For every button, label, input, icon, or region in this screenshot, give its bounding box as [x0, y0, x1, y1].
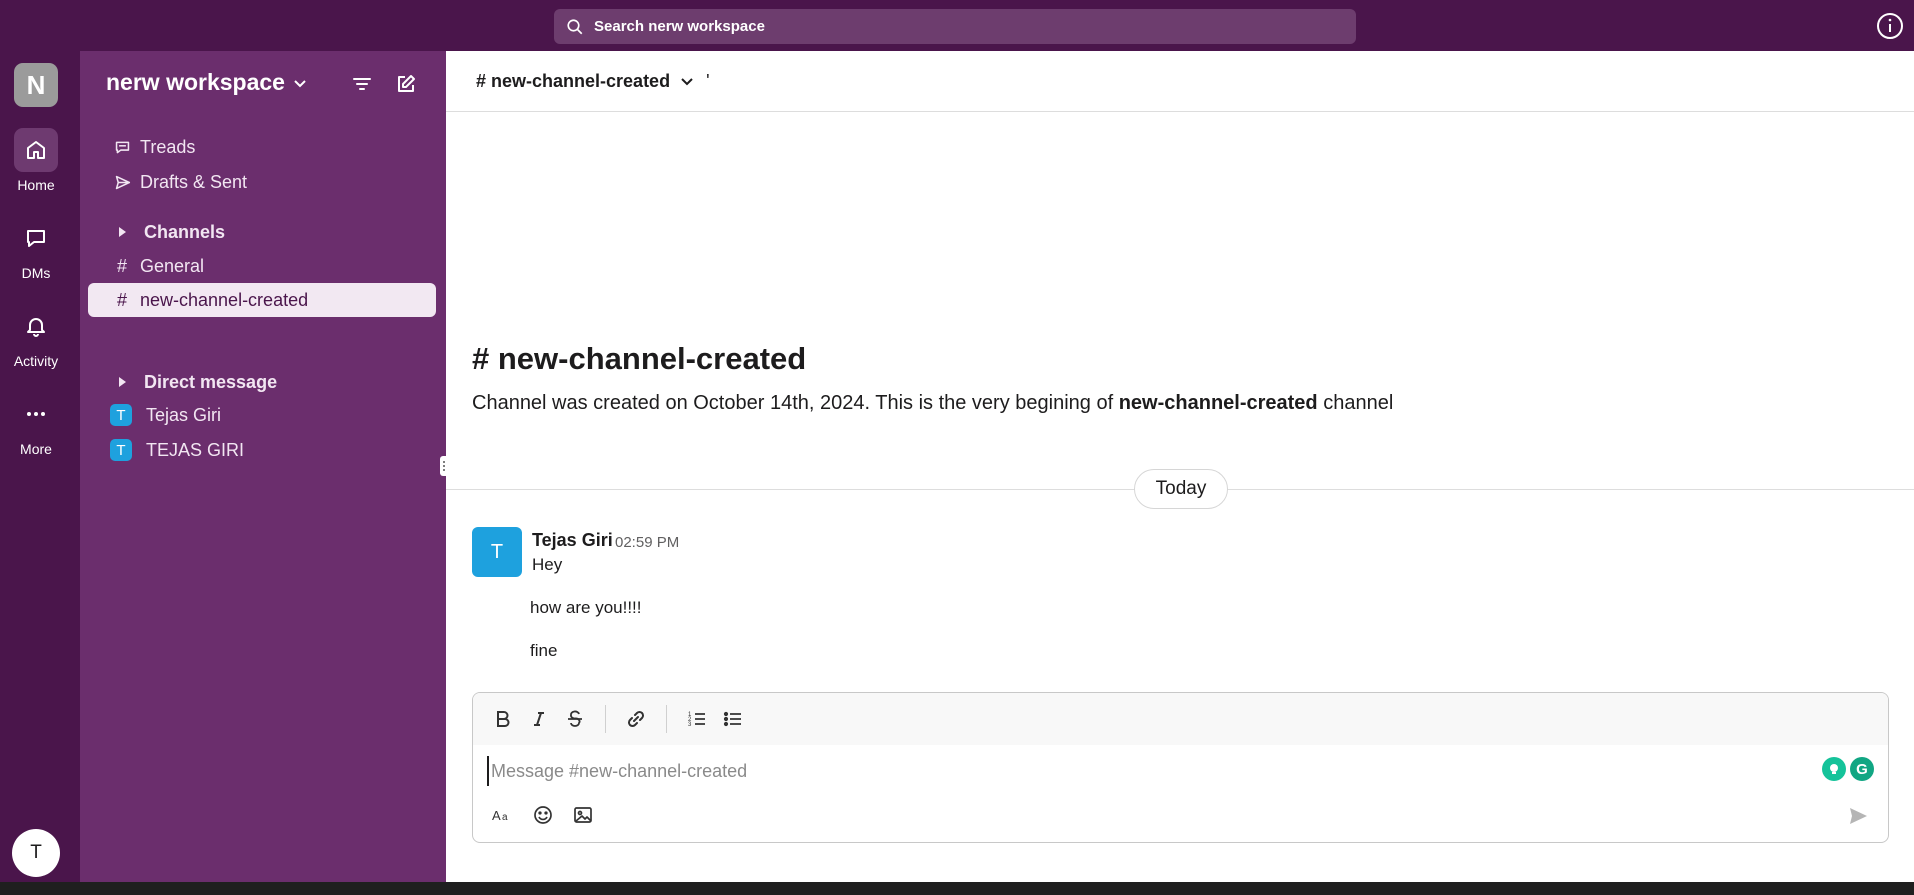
text-format-icon[interactable]: Aa	[485, 797, 521, 833]
dm-label: Tejas Giri	[146, 404, 222, 425]
rail-label-dms: DMs	[21, 265, 51, 281]
chevron-down-icon	[681, 78, 693, 86]
threads-icon	[112, 139, 132, 156]
formatting-toolbar: 123	[473, 693, 1888, 745]
intro-text-before: Channel was created on October 14th, 202…	[472, 392, 1119, 414]
image-upload-icon[interactable]	[565, 797, 601, 833]
svg-text:a: a	[502, 812, 508, 823]
top-bar: Search nerw workspace	[0, 0, 1914, 51]
day-divider-label[interactable]: Today	[1134, 469, 1228, 509]
info-icon[interactable]	[1876, 12, 1904, 40]
message-timestamp[interactable]: 02:59 PM	[615, 534, 679, 551]
hash-icon: #	[116, 255, 127, 276]
rail-item-more[interactable]: More	[0, 392, 72, 457]
user-avatar[interactable]: T	[12, 829, 60, 877]
channel-title: # new-channel-created	[476, 70, 671, 91]
message-avatar[interactable]: T	[472, 527, 522, 577]
bullet-list-icon[interactable]	[715, 701, 751, 737]
toolbar-separator	[666, 705, 667, 733]
message-author[interactable]: Tejas Giri	[532, 530, 613, 551]
workspace-menu[interactable]: nerw workspace	[106, 69, 307, 96]
message-composer: 123 G Aa	[472, 692, 1889, 843]
caret-right-icon	[112, 376, 132, 388]
sidebar-item-dm-tejas-giri[interactable]: T Tejas Giri	[88, 398, 436, 432]
channel-label-new-channel-created: new-channel-created	[140, 289, 309, 310]
rail-label-home: Home	[17, 177, 55, 193]
message-input[interactable]	[487, 756, 1787, 786]
ellipsis-icon	[14, 392, 58, 436]
channel-header: # new-channel-created '	[446, 51, 1914, 112]
rail-label-activity: Activity	[13, 353, 59, 369]
chat-bubble-icon	[14, 216, 58, 260]
italic-icon[interactable]	[521, 701, 557, 737]
grammarly-icon[interactable]: G	[1850, 757, 1874, 781]
compose-icon[interactable]	[391, 69, 421, 99]
strikethrough-icon[interactable]	[557, 701, 593, 737]
dm-avatar: T	[110, 439, 132, 461]
bell-icon	[14, 304, 58, 348]
workspace-avatar[interactable]: N	[14, 63, 58, 107]
intro-text-after: channel	[1317, 392, 1394, 414]
workspace-name: nerw workspace	[106, 69, 285, 95]
rail-label-more: More	[20, 441, 52, 457]
search-placeholder: Search nerw workspace	[594, 18, 765, 35]
sidebar-item-drafts[interactable]: Drafts & Sent	[88, 165, 436, 199]
chevron-down-icon	[294, 79, 306, 87]
os-taskbar	[0, 882, 1914, 895]
dm-avatar: T	[110, 404, 132, 426]
message-text: Hey	[532, 555, 563, 574]
channel-label-general: General	[140, 255, 205, 276]
channel-sidebar: nerw workspace Treads Drafts & Sent Chan…	[80, 51, 446, 882]
grammarly-widget: G	[1822, 757, 1874, 781]
emoji-icon[interactable]	[525, 797, 561, 833]
hash-icon: #	[116, 289, 127, 310]
link-icon[interactable]	[618, 701, 654, 737]
drafts-label: Drafts & Sent	[140, 171, 248, 192]
channel-title-button[interactable]: # new-channel-created	[476, 71, 694, 92]
channels-section-label: Channels	[144, 221, 226, 242]
send-icon[interactable]	[1842, 800, 1874, 832]
channel-view: # new-channel-created ' # new-channel-cr…	[446, 51, 1914, 882]
svg-text:A: A	[492, 808, 501, 823]
filter-icon[interactable]	[347, 69, 377, 99]
bold-icon[interactable]	[485, 701, 521, 737]
header-tick: '	[706, 70, 710, 91]
channel-intro-title: # new-channel-created	[472, 341, 807, 376]
sidebar-item-threads[interactable]: Treads	[88, 130, 436, 164]
sidebar-item-dm-tejas-giri-upper[interactable]: T TEJAS GIRI	[88, 433, 436, 467]
svg-text:3: 3	[688, 722, 692, 728]
sidebar-item-general[interactable]: # General	[88, 249, 436, 283]
caret-right-icon	[112, 226, 132, 238]
search-icon	[567, 18, 583, 34]
message-text: how are you!!!!	[530, 598, 642, 617]
channels-section-toggle[interactable]: Channels	[88, 215, 436, 249]
dm-section-label: Direct message	[144, 371, 278, 392]
lightbulb-icon[interactable]	[1822, 757, 1846, 781]
ordered-list-icon[interactable]: 123	[679, 701, 715, 737]
dm-section-toggle[interactable]: Direct message	[88, 365, 436, 399]
message-text: fine	[530, 641, 558, 660]
intro-channel-name: new-channel-created	[1118, 392, 1318, 414]
rail-item-dms[interactable]: DMs	[0, 216, 72, 281]
composer-actions: Aa	[485, 797, 601, 833]
sidebar-item-new-channel-created[interactable]: # new-channel-created	[88, 283, 436, 317]
rail-item-activity[interactable]: Activity	[0, 304, 72, 369]
search-bar[interactable]: Search nerw workspace	[554, 9, 1356, 44]
send-arrow-icon	[112, 174, 132, 191]
channel-intro-text: Channel was created on October 14th, 202…	[472, 392, 1393, 415]
home-icon	[14, 128, 58, 172]
app-rail: N Home DMs Activity More T	[0, 51, 80, 882]
threads-label: Treads	[140, 136, 196, 157]
rail-item-home[interactable]: Home	[0, 128, 72, 193]
dm-label: TEJAS GIRI	[146, 439, 245, 460]
toolbar-separator	[605, 705, 606, 733]
